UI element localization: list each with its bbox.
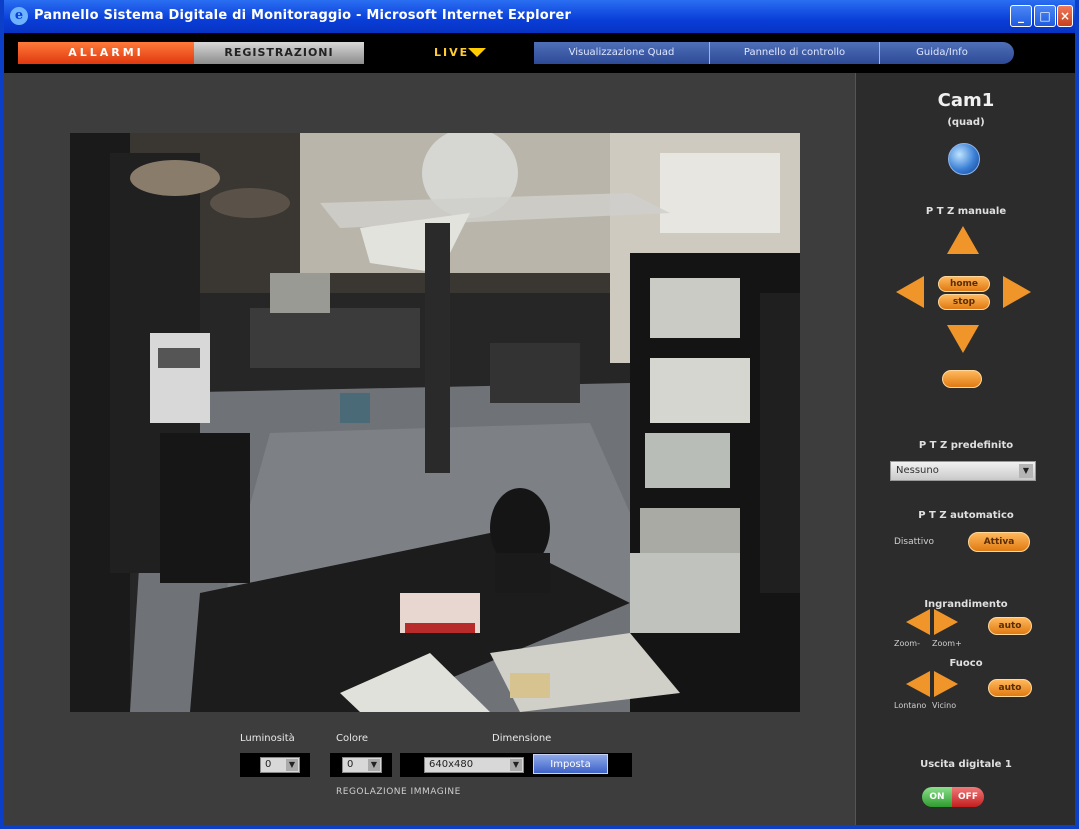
focus-near-arrow-icon[interactable] bbox=[934, 671, 958, 697]
browser-window: e Pannello Sistema Digitale di Monitorag… bbox=[0, 0, 1079, 829]
camera-name: Cam1 bbox=[937, 90, 995, 111]
dimensione-select[interactable]: 640x480 ▼ bbox=[424, 757, 524, 773]
window-title: Pannello Sistema Digitale di Monitoraggi… bbox=[34, 8, 572, 23]
dimensione-value: 640x480 bbox=[429, 759, 474, 770]
output-off-button[interactable]: OFF bbox=[952, 787, 984, 807]
ptz-center-button[interactable] bbox=[942, 370, 982, 388]
luminosita-value: 0 bbox=[265, 759, 272, 770]
focus-far-label: Lontano bbox=[894, 701, 927, 710]
ptz-down-arrow-icon[interactable] bbox=[947, 325, 979, 353]
apply-size-button[interactable]: Imposta bbox=[533, 754, 608, 774]
camera-frame-image bbox=[70, 133, 800, 712]
ptz-auto-button[interactable]: Attiva bbox=[968, 532, 1030, 552]
ptz-preset-value: Nessuno bbox=[896, 465, 939, 476]
tab-quad-view[interactable]: Visualizzazione Quad bbox=[534, 42, 709, 64]
chevron-down-icon: ▼ bbox=[510, 759, 522, 771]
colore-label: Colore bbox=[336, 733, 369, 744]
ptz-auto-status: Disattivo bbox=[894, 537, 935, 547]
image-adjustment-controls: Luminosità 0 ▼ Colore 0 ▼ Dimensione 640… bbox=[240, 733, 640, 803]
colore-value: 0 bbox=[347, 759, 354, 770]
title-bar: e Pannello Sistema Digitale di Monitorag… bbox=[4, 0, 1075, 33]
zoom-out-label: Zoom- bbox=[894, 639, 920, 648]
tab-control-panel[interactable]: Pannello di controllo bbox=[709, 42, 879, 64]
globe-icon[interactable] bbox=[948, 143, 980, 175]
ptz-up-arrow-icon[interactable] bbox=[947, 226, 979, 254]
maximize-button[interactable]: □ bbox=[1034, 5, 1056, 27]
ptz-left-arrow-icon[interactable] bbox=[896, 276, 924, 308]
ptz-stop-button[interactable]: stop bbox=[938, 294, 990, 310]
output-on-button[interactable]: ON bbox=[922, 787, 952, 807]
luminosita-select[interactable]: 0 ▼ bbox=[260, 757, 300, 773]
luminosita-label: Luminosità bbox=[240, 733, 295, 744]
section-label: REGOLAZIONE IMMAGINE bbox=[336, 787, 461, 797]
ptz-home-button[interactable]: home bbox=[938, 276, 990, 292]
digital-output-label: Uscita digitale 1 bbox=[920, 759, 1012, 770]
focus-label: Fuoco bbox=[949, 658, 983, 669]
luminosita-box: 0 ▼ bbox=[240, 753, 310, 777]
right-tab-group: Visualizzazione Quad Pannello di control… bbox=[534, 42, 1014, 64]
chevron-down-icon: ▼ bbox=[286, 759, 298, 771]
camera-video-feed[interactable] bbox=[70, 133, 800, 712]
zoom-out-arrow-icon[interactable] bbox=[906, 609, 930, 635]
zoom-in-arrow-icon[interactable] bbox=[934, 609, 958, 635]
focus-far-arrow-icon[interactable] bbox=[906, 671, 930, 697]
ie-icon: e bbox=[10, 7, 28, 25]
tab-allarmi[interactable]: ALLARMI bbox=[18, 42, 194, 64]
focus-auto-button[interactable]: auto bbox=[988, 679, 1032, 697]
colore-select[interactable]: 0 ▼ bbox=[342, 757, 382, 773]
ptz-preset-label: P T Z predefinito bbox=[918, 440, 1014, 451]
tab-help[interactable]: Guida/Info bbox=[879, 42, 1004, 64]
ptz-manual-label: P T Z manuale bbox=[925, 206, 1007, 217]
ptz-control-panel: Cam1 (quad) P T Z manuale home stop P T … bbox=[855, 73, 1075, 825]
minimize-button[interactable]: _ bbox=[1010, 5, 1032, 27]
ptz-preset-select[interactable]: Nessuno ▼ bbox=[890, 461, 1036, 481]
top-nav-bar: ALLARMI REGISTRAZIONI LIVE Visualizzazio… bbox=[4, 33, 1075, 73]
chevron-down-icon: ▼ bbox=[1019, 464, 1033, 478]
zoom-auto-button[interactable]: auto bbox=[988, 617, 1032, 635]
dimensione-label: Dimensione bbox=[492, 733, 552, 744]
colore-box: 0 ▼ bbox=[330, 753, 392, 777]
live-indicator-icon bbox=[468, 48, 486, 57]
live-label[interactable]: LIVE bbox=[434, 42, 469, 64]
zoom-in-label: Zoom+ bbox=[932, 639, 962, 648]
camera-subtitle: (quad) bbox=[947, 117, 985, 128]
chevron-down-icon: ▼ bbox=[368, 759, 380, 771]
focus-near-label: Vicino bbox=[932, 701, 957, 710]
ptz-auto-label: P T Z automatico bbox=[918, 510, 1014, 521]
ptz-right-arrow-icon[interactable] bbox=[1003, 276, 1031, 308]
close-button[interactable]: × bbox=[1057, 5, 1073, 27]
tab-registrazioni[interactable]: REGISTRAZIONI bbox=[194, 42, 364, 64]
